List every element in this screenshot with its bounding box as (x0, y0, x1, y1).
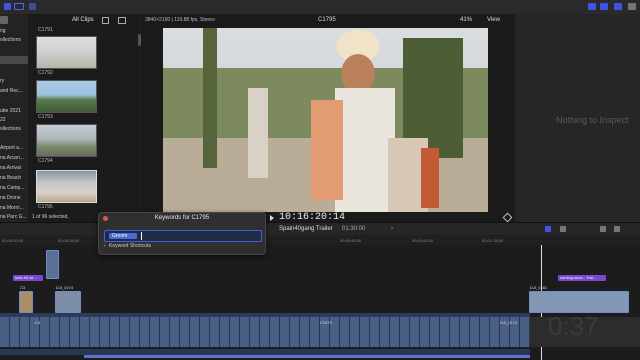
ruler-tick-label: 00:00:45:00 (340, 238, 362, 243)
inspector: Nothing to Inspect (515, 14, 640, 222)
filmstrip-view-icon[interactable] (102, 17, 109, 24)
analyze-icon[interactable] (29, 3, 36, 10)
browser-scrollbar[interactable] (138, 34, 141, 46)
clip-thumbnail[interactable] (36, 36, 97, 69)
keywords-dialog: Keywords for C1795 Groom › Keyword Short… (98, 212, 266, 255)
dialog-title: Keywords for C1795 (154, 215, 210, 221)
connected-clip[interactable] (19, 291, 33, 313)
selection-status: 1 of 96 selected, (32, 214, 69, 220)
library-sidebar: ng ollections ry and Rec... ube 2021 22 … (0, 14, 28, 222)
title-clip[interactable]: coming soon - Trai... (558, 275, 606, 281)
project-duration: 01:30:00 (342, 226, 366, 232)
viewer-clip-title: C1795 (318, 17, 336, 23)
sidebar-item[interactable]: na Arrival (0, 165, 28, 171)
ruler-tick-label: 00:00:00:00 (2, 238, 24, 243)
sidebar-item[interactable]: na Drone (0, 195, 28, 201)
timeline: Ira's 40 ve... coming soon - Trai... C3 … (0, 245, 640, 360)
sidebar-item[interactable]: ng (0, 28, 28, 34)
title-clip[interactable]: Ira's 40 ve... (13, 275, 43, 281)
video-image (163, 28, 488, 212)
keyword-icon[interactable] (14, 3, 24, 10)
timeline-ruler[interactable]: 00:00:00:00 00:00:15:00 00:00:30:00 00:0… (0, 235, 640, 245)
list-view-icon[interactable] (118, 17, 126, 24)
sidebar-item[interactable]: ollections (0, 37, 28, 43)
clip-appearance-icon[interactable] (614, 226, 620, 232)
clip-label: DJI_0181 (530, 285, 548, 290)
view-menu[interactable]: View (487, 17, 500, 23)
video-frame (163, 28, 488, 212)
clip-label: DJI_0174 (500, 320, 518, 325)
clip-browser: All Clips C1791 C1792 C1793 C1794 C1795 … (28, 14, 140, 222)
clip-name: C1795 (38, 204, 53, 210)
clip-name: C1794 (38, 158, 53, 164)
sidebar-item[interactable]: na Beach (0, 175, 28, 181)
ruler-tick-label: 00:01:00:00 (412, 238, 434, 243)
connected-clip[interactable] (46, 250, 59, 279)
snapping-icon[interactable] (560, 226, 566, 232)
text-cursor (141, 232, 142, 240)
keyword-input[interactable]: Groom (104, 230, 262, 242)
sidebar-item[interactable]: na Camp... (0, 185, 28, 191)
connected-clip[interactable] (55, 291, 81, 313)
play-icon[interactable] (270, 215, 274, 221)
ruler-tick-label: 00:00:15:00 (58, 238, 80, 243)
disclosure-chevron-icon[interactable]: › (104, 243, 106, 249)
clip-thumbnail[interactable] (36, 124, 97, 157)
sidebar-item[interactable]: na Arcan... (0, 155, 28, 161)
zoom-menu[interactable]: 41% (460, 17, 472, 23)
audio-waveform (84, 355, 530, 358)
sidebar-item[interactable]: 22 (0, 117, 28, 123)
toolbar (0, 0, 640, 15)
sidebar-item-selected[interactable] (0, 56, 28, 64)
browser-title: All Clips (72, 17, 94, 23)
clip-label: C3 (20, 285, 26, 290)
timeline-toggle-icon[interactable] (600, 3, 608, 10)
connected-clip[interactable] (529, 291, 629, 313)
timeline-toolbar: Spain40gang Trailer 01:30:00 › (0, 222, 640, 236)
clip-name: C1793 (38, 114, 53, 120)
clip-name: C1791 (38, 27, 53, 33)
sidebar-item[interactable]: na Morni... (0, 205, 28, 211)
layout-icon[interactable] (588, 3, 596, 10)
clip-thumbnail-selected[interactable] (36, 170, 97, 203)
share-icon[interactable] (628, 3, 636, 10)
clip-label: DJI_0174 (56, 285, 74, 290)
fullscreen-icon[interactable] (502, 212, 513, 223)
sidebar-item[interactable]: na Parc G... (0, 214, 28, 220)
sidebar-item[interactable]: and Rec... (0, 88, 28, 94)
sidebar-item[interactable]: ube 2021 (0, 108, 28, 114)
keyword-shortcuts-toggle[interactable]: Keyword Shortcuts (109, 243, 151, 249)
clip-thumbnail[interactable] (36, 80, 97, 113)
import-icon[interactable] (4, 3, 11, 10)
ruler-tick-label: 00:01:15:00 (482, 238, 504, 243)
primary-storyline[interactable] (0, 317, 530, 347)
audio-icon[interactable] (545, 226, 551, 232)
sidebar-item[interactable]: ry (0, 78, 28, 84)
project-name[interactable]: Spain40gang Trailer (279, 226, 333, 232)
sidebar-item[interactable]: ollections (0, 126, 28, 132)
clip-label: C2473 (320, 320, 332, 325)
clip-label: C3 (35, 320, 41, 325)
inspector-empty-text: Nothing to Inspect (556, 115, 629, 125)
library-icon (0, 16, 8, 24)
chevron-right-icon[interactable]: › (391, 226, 393, 232)
big-timecode: 0:37 (548, 311, 599, 341)
sidebar-item[interactable]: Airport a... (0, 145, 28, 151)
inspector-toggle-icon[interactable] (614, 3, 622, 10)
format-info: 3840×2160 | 119.88 fps, Stereo (145, 17, 215, 23)
skimming-icon[interactable] (600, 226, 606, 232)
keyword-tag[interactable]: Groom (109, 233, 137, 239)
clip-name: C1792 (38, 70, 53, 76)
